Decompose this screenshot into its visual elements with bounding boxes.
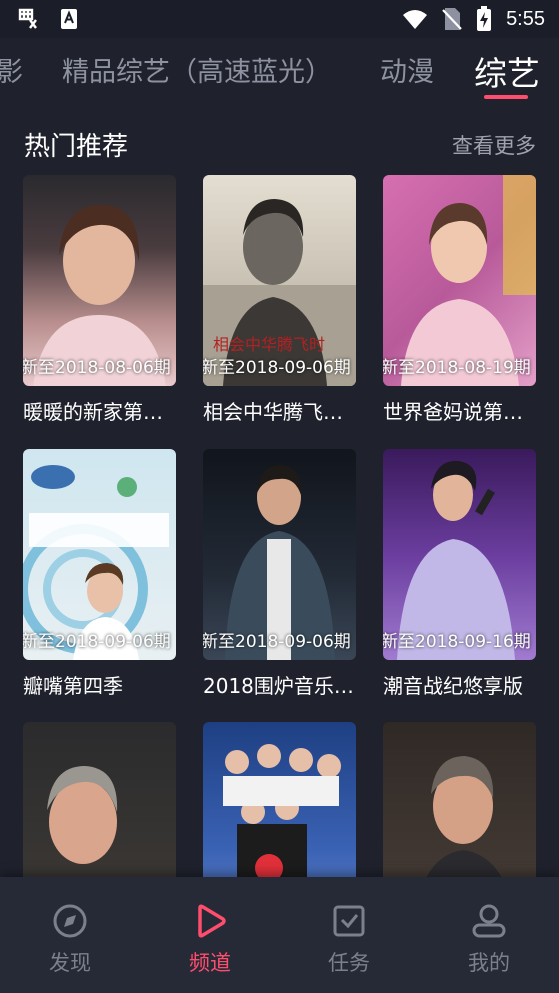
no-sim-icon [442,8,462,30]
show-card[interactable]: 相会中华腾飞时 新至2018-09-06期 相会中华腾飞… [203,175,356,425]
show-title[interactable]: 潮音战纪悠享版 [383,670,543,699]
svg-text:相会中华腾飞时: 相会中华腾飞时 [213,335,325,354]
episode-caption: 新至2018-09-06期 [23,632,171,652]
nav-channels[interactable]: 频道 [140,877,280,993]
tab-anime[interactable]: 动漫 [380,50,434,89]
nav-profile[interactable]: 我的 [419,877,559,993]
wifi-icon [403,10,428,29]
status-time: 5:55 [506,7,545,30]
app-notification-icon [18,8,37,29]
section-title: 热门推荐 [24,132,129,162]
nav-discover[interactable]: 发现 [0,877,140,993]
show-card[interactable]: 新至2018-08-06期 暖暖的新家第… [23,175,176,425]
show-title[interactable]: 世界爸妈说第… [383,396,543,425]
show-thumbnail[interactable]: 新至2018-09-16期 [383,449,536,660]
play-icon [198,904,226,938]
battery-charging-icon [477,6,492,31]
user-icon [472,904,506,938]
episode-caption: 新至2018-09-06期 [203,358,351,378]
nav-label: 任务 [328,951,370,975]
show-title[interactable]: 2018围炉音乐… [203,670,363,699]
font-notification-icon [61,9,77,29]
show-thumbnail[interactable]: 新至2018-08-19期 [383,175,536,386]
episode-caption: 新至2018-08-06期 [23,358,171,378]
section-header: 热门推荐 查看更多 [24,124,536,164]
see-more-link[interactable]: 查看更多 [452,130,536,160]
show-card[interactable]: 新至2018-09-06期 2018围炉音乐… [203,449,356,699]
episode-caption: 新至2018-08-19期 [383,358,531,378]
active-tab-indicator [484,95,528,99]
category-tabs: 影 精品综艺（高速蓝光） 动漫 综艺 [0,38,559,106]
show-thumbnail[interactable]: 新至2018-09-06期 [23,449,176,660]
tab-premium-variety[interactable]: 精品综艺（高速蓝光） [62,50,332,89]
bottom-navigation: 发现 频道 任务 我的 [0,877,559,993]
nav-tasks[interactable]: 任务 [279,877,419,993]
nav-label: 频道 [189,951,231,975]
show-card[interactable]: 新至2018-08-19期 世界爸妈说第… [383,175,536,425]
tab-movies[interactable]: 影 [0,50,23,89]
show-card[interactable]: 新至2018-09-06期 瓣嘴第四季 [23,449,176,699]
tab-variety[interactable]: 综艺 [474,47,540,95]
task-icon [333,905,365,937]
show-thumbnail[interactable]: 新至2018-09-06期 [203,449,356,660]
show-thumbnail[interactable]: 新至2018-08-06期 [23,175,176,386]
show-title[interactable]: 相会中华腾飞… [203,396,363,425]
status-bar: 5:55 [0,0,559,38]
status-left [16,6,78,32]
episode-caption: 新至2018-09-16期 [383,632,531,652]
status-right: 5:55 [402,6,545,32]
episode-caption: 新至2018-09-06期 [203,632,351,652]
nav-label: 我的 [468,951,510,975]
show-thumbnail[interactable]: 相会中华腾飞时 新至2018-09-06期 [203,175,356,386]
show-title[interactable]: 暖暖的新家第… [23,396,183,425]
nav-label: 发现 [49,951,91,975]
show-title[interactable]: 瓣嘴第四季 [23,670,183,699]
compass-icon [53,904,87,938]
show-card[interactable]: 新至2018-09-16期 潮音战纪悠享版 [383,449,536,699]
